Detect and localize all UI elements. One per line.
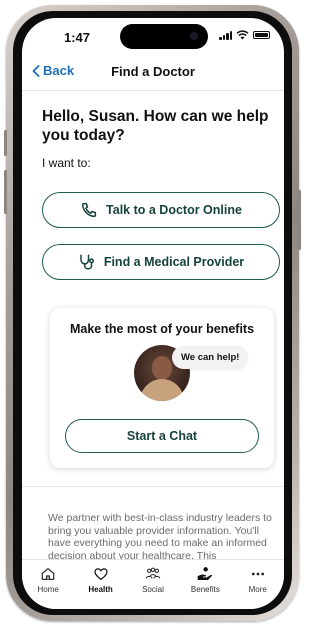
talk-to-doctor-button[interactable]: Talk to a Doctor Online bbox=[42, 192, 280, 228]
tab-label: Health bbox=[88, 585, 113, 594]
tab-social[interactable]: Social bbox=[128, 566, 178, 594]
side-button bbox=[4, 130, 7, 156]
help-bubble: We can help! bbox=[172, 346, 249, 369]
tab-bar: Home Health Social Benefits More bbox=[22, 559, 284, 609]
tab-label: Benefits bbox=[190, 585, 220, 594]
status-icons bbox=[219, 30, 270, 40]
stethoscope-icon bbox=[80, 254, 94, 270]
app-screen: 1:47 Back Find a Doctor Hello, Susan. Ho… bbox=[22, 18, 284, 609]
benefits-card: Make the most of your benefits We can he… bbox=[50, 308, 274, 468]
side-button bbox=[4, 170, 7, 214]
battery-icon bbox=[253, 31, 270, 39]
tab-label: Home bbox=[37, 585, 59, 594]
find-provider-button[interactable]: Find a Medical Provider bbox=[42, 244, 280, 280]
people-icon bbox=[145, 567, 161, 579]
tab-label: Social bbox=[142, 585, 164, 594]
tab-home[interactable]: Home bbox=[23, 566, 73, 594]
benefits-card-title: Make the most of your benefits bbox=[69, 322, 255, 336]
nav-divider bbox=[22, 90, 284, 91]
intent-label: I want to: bbox=[42, 156, 91, 170]
heart-icon bbox=[93, 568, 108, 580]
talk-to-doctor-label: Talk to a Doctor Online bbox=[106, 203, 242, 217]
wifi-icon bbox=[236, 30, 249, 40]
more-icon bbox=[251, 572, 264, 576]
dynamic-island bbox=[120, 24, 208, 49]
status-time: 1:47 bbox=[64, 30, 91, 45]
camera-dot bbox=[190, 32, 198, 40]
start-chat-button[interactable]: Start a Chat bbox=[65, 419, 259, 453]
side-button bbox=[298, 190, 301, 250]
find-provider-label: Find a Medical Provider bbox=[103, 255, 245, 269]
page-title: Find a Doctor bbox=[111, 64, 195, 79]
home-icon bbox=[41, 568, 55, 580]
tab-more[interactable]: More bbox=[233, 566, 283, 594]
signal-icon bbox=[219, 30, 232, 40]
greeting-heading: Hello, Susan. How can we help you today? bbox=[42, 108, 269, 144]
tab-benefits[interactable]: Benefits bbox=[180, 566, 230, 594]
section-divider bbox=[22, 486, 284, 487]
benefits-icon bbox=[198, 567, 213, 580]
phone-icon bbox=[81, 202, 97, 218]
tab-health[interactable]: Health bbox=[76, 566, 126, 594]
tab-label: More bbox=[248, 585, 267, 594]
